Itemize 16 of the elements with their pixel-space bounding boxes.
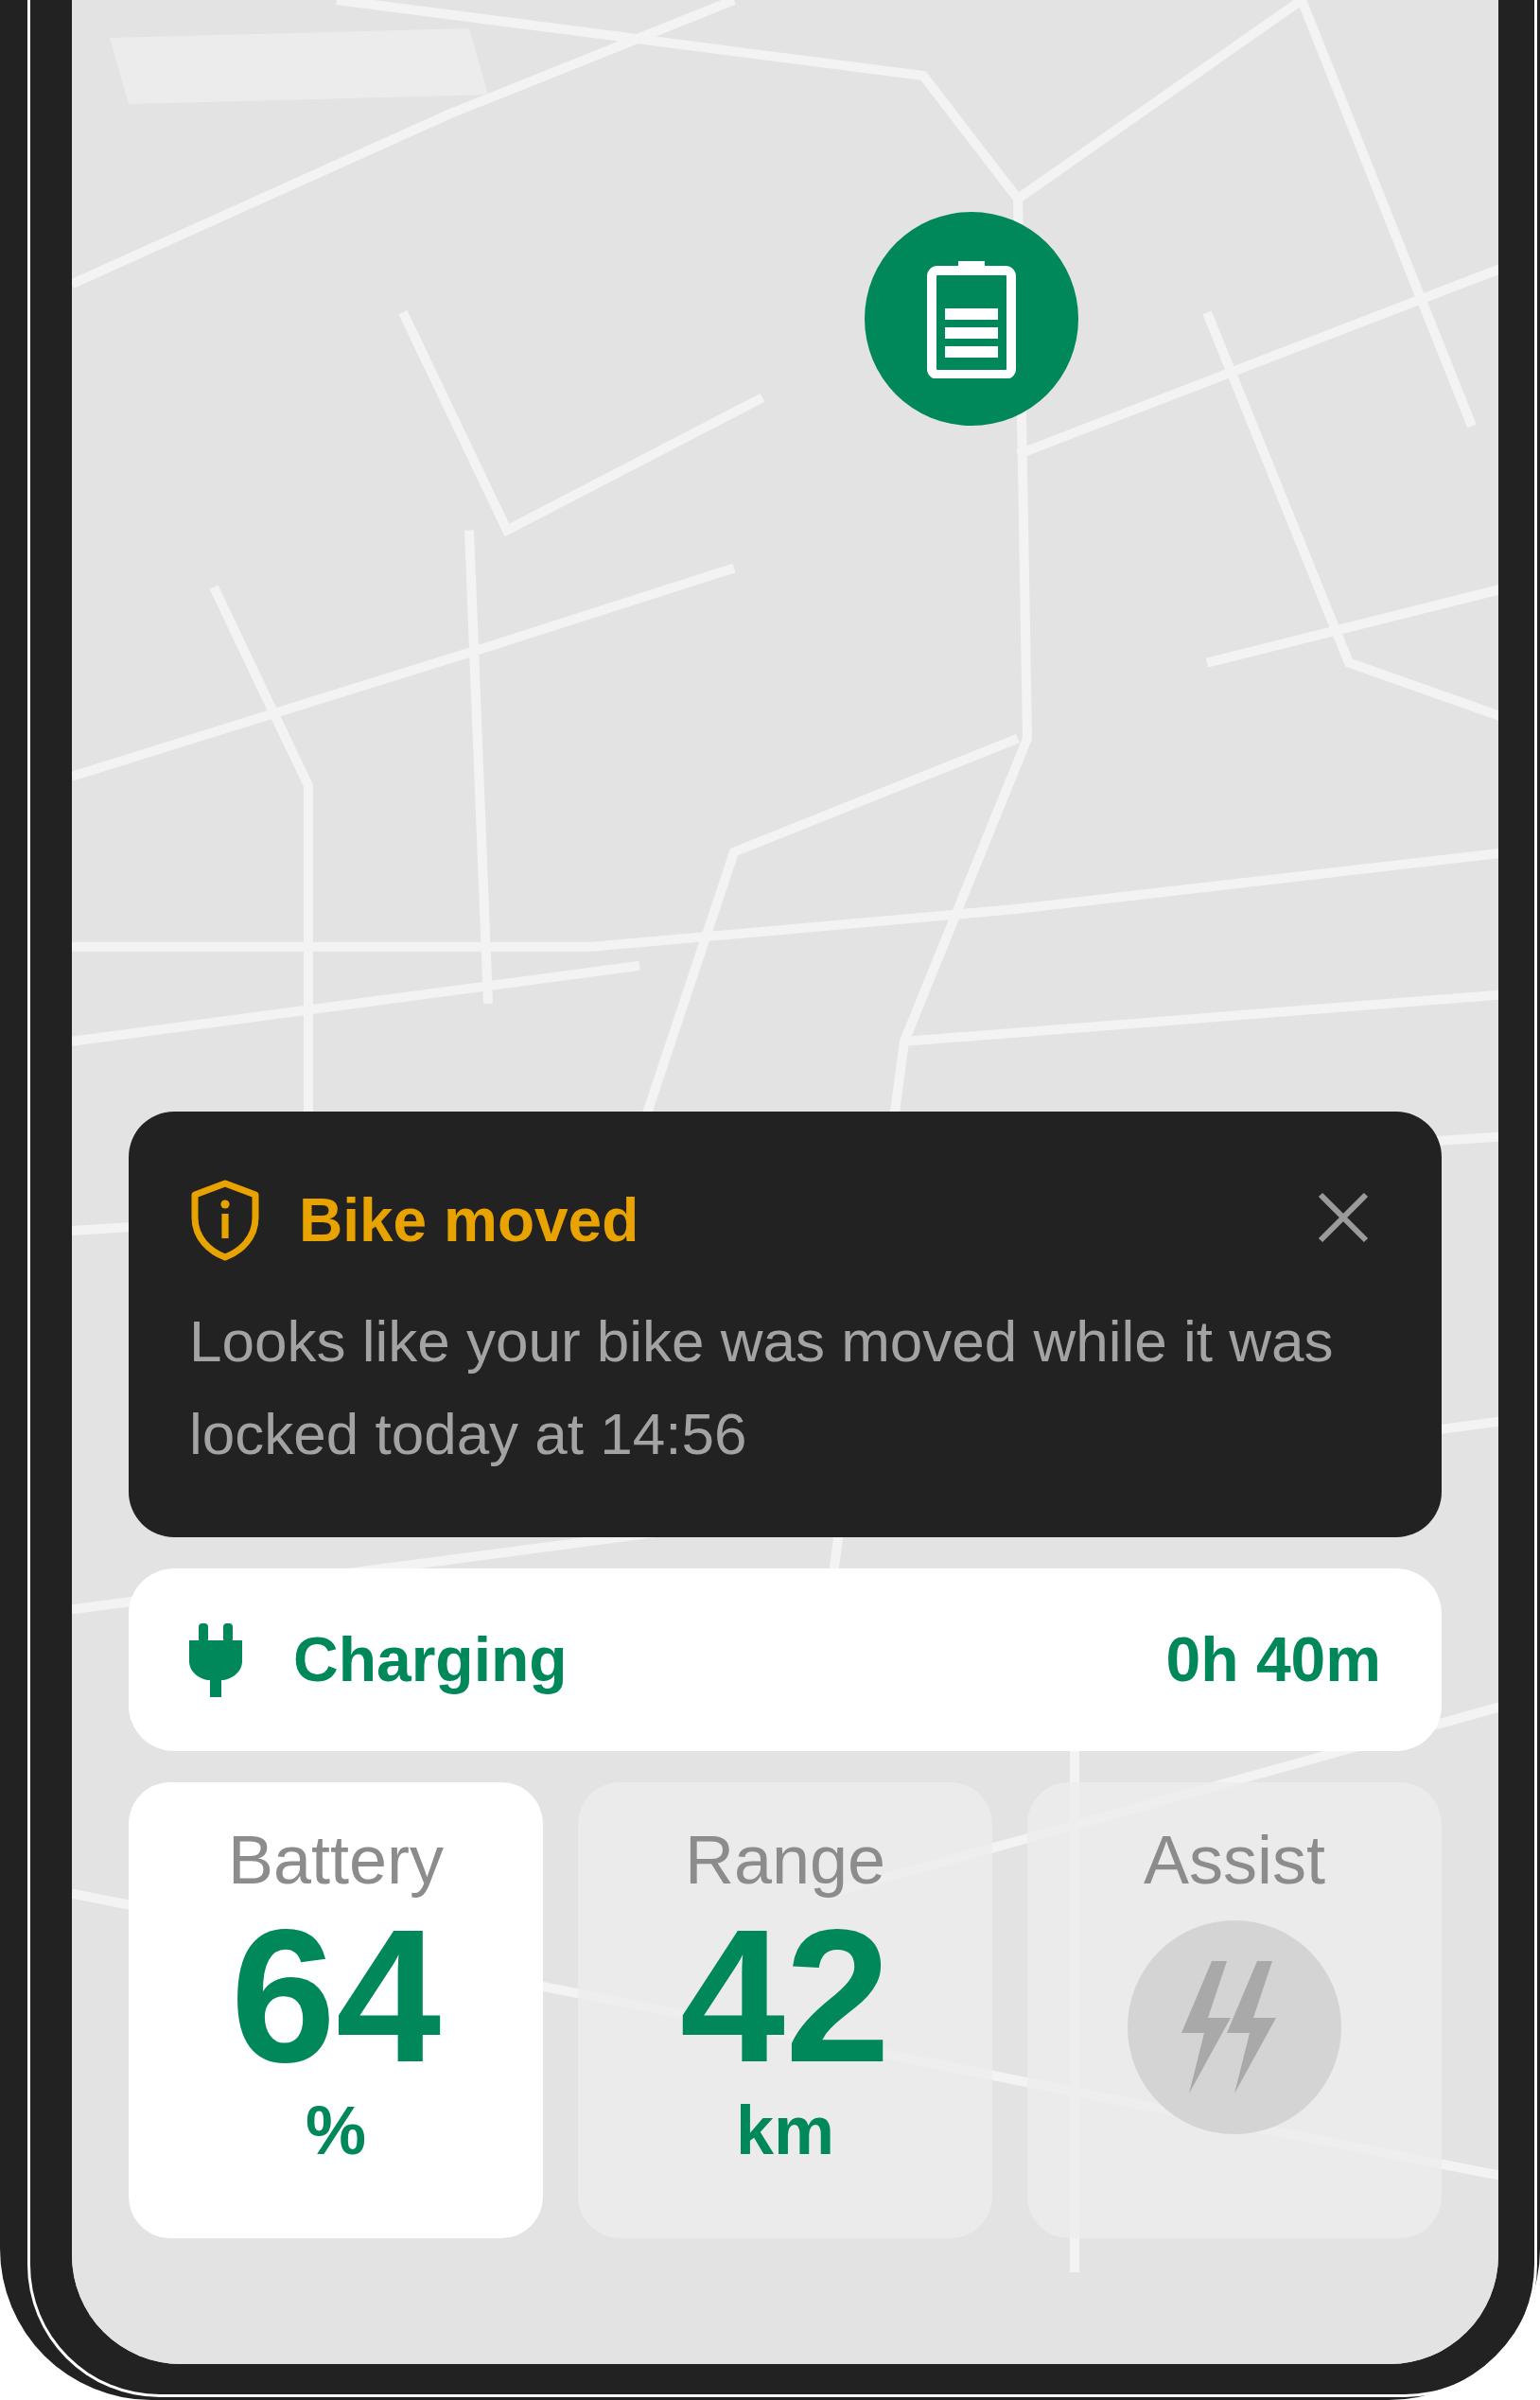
close-icon (1317, 1191, 1370, 1244)
alert-message: Looks like your bike was moved while it was locked today at 14:56 (189, 1307, 1335, 1468)
stat-card[interactable]: Assist (1027, 1782, 1442, 2238)
shield-info-icon (189, 1180, 261, 1261)
stat-card[interactable]: Battery 64 % (129, 1782, 543, 2238)
alert-title: Bike moved (299, 1190, 639, 1251)
stat-label: Assist (1144, 1826, 1325, 1894)
stat-value: 42 (679, 1901, 891, 2091)
battery-icon (926, 259, 1017, 378)
plug-icon (189, 1622, 242, 1697)
stat-card[interactable]: Range 42 km (578, 1782, 992, 2238)
stat-unit: km (735, 2096, 835, 2164)
stat-unit: % (306, 2096, 366, 2164)
charging-time: 0h 40m (1165, 1623, 1381, 1696)
stat-value: 64 (230, 1901, 442, 2091)
charging-label: Charging (293, 1623, 568, 1696)
